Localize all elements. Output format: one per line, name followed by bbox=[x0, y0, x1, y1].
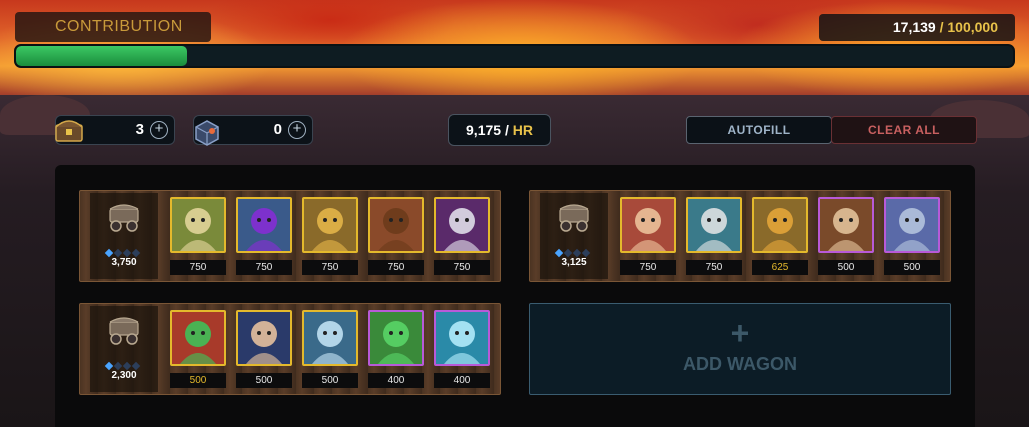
hero-contribution-value: 750 bbox=[236, 260, 292, 275]
contribution-value: 17,139 / 100,000 bbox=[819, 14, 1015, 41]
level-star-icon bbox=[554, 248, 564, 258]
rate-per-hour: 9,175 / HR bbox=[448, 114, 551, 146]
wagon-level-stars bbox=[104, 243, 146, 258]
crystal-ice-hero-icon bbox=[436, 312, 488, 364]
level-star-icon bbox=[572, 248, 582, 258]
hero-contribution-value: 500 bbox=[236, 373, 292, 388]
purple-reaper-hero-portrait[interactable] bbox=[434, 197, 490, 253]
hero-contribution-value: 750 bbox=[170, 260, 226, 275]
chest-counter: 3 + bbox=[55, 115, 175, 145]
crystal-ice-hero-portrait[interactable] bbox=[434, 310, 490, 366]
level-star-icon bbox=[563, 248, 573, 258]
level-star-icon bbox=[581, 248, 591, 258]
wagon-info[interactable]: 3,750 bbox=[90, 193, 158, 279]
red-haired-girl-hero-portrait[interactable] bbox=[620, 197, 676, 253]
goggle-goblin-hero-icon bbox=[886, 199, 938, 251]
level-star-icon bbox=[113, 361, 123, 371]
dark-haired-warrior-hero-icon bbox=[238, 312, 290, 364]
autofill-button[interactable]: AUTOFILL bbox=[686, 116, 832, 144]
wagon-info[interactable]: 2,300 bbox=[90, 306, 158, 392]
leafy-treant-hero-portrait[interactable] bbox=[368, 310, 424, 366]
crate-counter: 0 + bbox=[193, 115, 313, 146]
level-star-icon bbox=[131, 248, 141, 258]
contribution-current: 17,139 bbox=[892, 19, 936, 35]
contribution-label: CONTRIBUTION bbox=[15, 12, 211, 42]
green-serpent-hero-icon bbox=[172, 312, 224, 364]
hero-contribution-value: 500 bbox=[818, 260, 874, 275]
rate-separator: / bbox=[504, 122, 509, 138]
hero-contribution-value: 500 bbox=[302, 373, 358, 388]
add-chest-button[interactable]: + bbox=[150, 121, 168, 139]
level-star-icon bbox=[131, 361, 141, 371]
armored-robot-hero-portrait[interactable] bbox=[236, 197, 292, 253]
add-wagon-button[interactable]: + ADD WAGON bbox=[529, 303, 951, 395]
leafy-treant-hero-icon bbox=[370, 312, 422, 364]
ice-elemental-hero-icon bbox=[304, 312, 356, 364]
hero-contribution-value: 400 bbox=[434, 373, 490, 388]
suited-businessman-hero-portrait[interactable] bbox=[686, 197, 742, 253]
wagon-level-stars bbox=[554, 243, 596, 258]
level-star-icon bbox=[104, 248, 114, 258]
white-haired-hero-icon bbox=[172, 199, 224, 251]
golden-lion-hero-portrait[interactable] bbox=[752, 197, 808, 253]
hero-contribution-value: 625 bbox=[752, 260, 808, 275]
blue-crate-icon bbox=[195, 120, 219, 146]
hero-contribution-value: 400 bbox=[368, 373, 424, 388]
wagon-info[interactable]: 3,125 bbox=[540, 193, 608, 279]
hero-contribution-value: 500 bbox=[170, 373, 226, 388]
hero-contribution-value: 750 bbox=[368, 260, 424, 275]
wagon-cart-icon bbox=[109, 317, 139, 345]
add-wagon-plus-icon: + bbox=[730, 315, 750, 351]
level-star-icon bbox=[104, 361, 114, 371]
contribution-max: 100,000 bbox=[947, 19, 998, 35]
wagon-row: 3,750 750 750 750 750 750 bbox=[79, 190, 501, 282]
rate-unit: HR bbox=[512, 122, 533, 138]
hero-contribution-value: 750 bbox=[686, 260, 742, 275]
clear-all-button[interactable]: CLEAR ALL bbox=[831, 116, 977, 144]
dark-hooded-mage-hero-icon bbox=[304, 199, 356, 251]
hero-contribution-value: 750 bbox=[434, 260, 490, 275]
white-haired-hero-portrait[interactable] bbox=[170, 197, 226, 253]
suited-businessman-hero-icon bbox=[688, 199, 740, 251]
ice-elemental-hero-portrait[interactable] bbox=[302, 310, 358, 366]
level-star-icon bbox=[122, 248, 132, 258]
crate-count: 0 bbox=[273, 121, 282, 138]
wagon-cart-icon bbox=[559, 204, 589, 232]
dark-hooded-mage-hero-portrait[interactable] bbox=[302, 197, 358, 253]
hero-contribution-value: 750 bbox=[302, 260, 358, 275]
armored-robot-hero-icon bbox=[238, 199, 290, 251]
wagon-total-value: 3,750 bbox=[111, 257, 137, 268]
wagon-cart-icon bbox=[109, 204, 139, 232]
golden-lion-hero-icon bbox=[754, 199, 806, 251]
wagon-level-stars bbox=[104, 356, 146, 371]
rate-value: 9,175 bbox=[466, 122, 502, 138]
red-haired-girl-hero-icon bbox=[622, 199, 674, 251]
wagon-total-value: 3,125 bbox=[561, 257, 587, 268]
dark-haired-warrior-hero-portrait[interactable] bbox=[236, 310, 292, 366]
level-star-icon bbox=[122, 361, 132, 371]
hero-contribution-value: 750 bbox=[620, 260, 676, 275]
level-star-icon bbox=[113, 248, 123, 258]
wagon-total-value: 2,300 bbox=[111, 370, 137, 381]
contribution-progress-fill bbox=[16, 46, 187, 66]
horned-minotaur-hero-portrait[interactable] bbox=[818, 197, 874, 253]
wagon-row: 2,300 500 500 500 400 400 bbox=[79, 303, 501, 395]
hero-contribution-value: 500 bbox=[884, 260, 940, 275]
treasure-chest-icon bbox=[55, 120, 83, 142]
contribution-separator: / bbox=[939, 19, 944, 35]
horned-minotaur-hero-icon bbox=[820, 199, 872, 251]
wagon-row: 3,125 750 750 625 500 500 bbox=[529, 190, 951, 282]
green-serpent-hero-portrait[interactable] bbox=[170, 310, 226, 366]
add-crate-button[interactable]: + bbox=[288, 121, 306, 139]
add-wagon-label: ADD WAGON bbox=[683, 354, 797, 374]
rat-rogue-hero-icon bbox=[370, 199, 422, 251]
contribution-progress-bar bbox=[14, 44, 1015, 68]
goggle-goblin-hero-portrait[interactable] bbox=[884, 197, 940, 253]
chest-count: 3 bbox=[135, 121, 144, 138]
purple-reaper-hero-icon bbox=[436, 199, 488, 251]
rat-rogue-hero-portrait[interactable] bbox=[368, 197, 424, 253]
